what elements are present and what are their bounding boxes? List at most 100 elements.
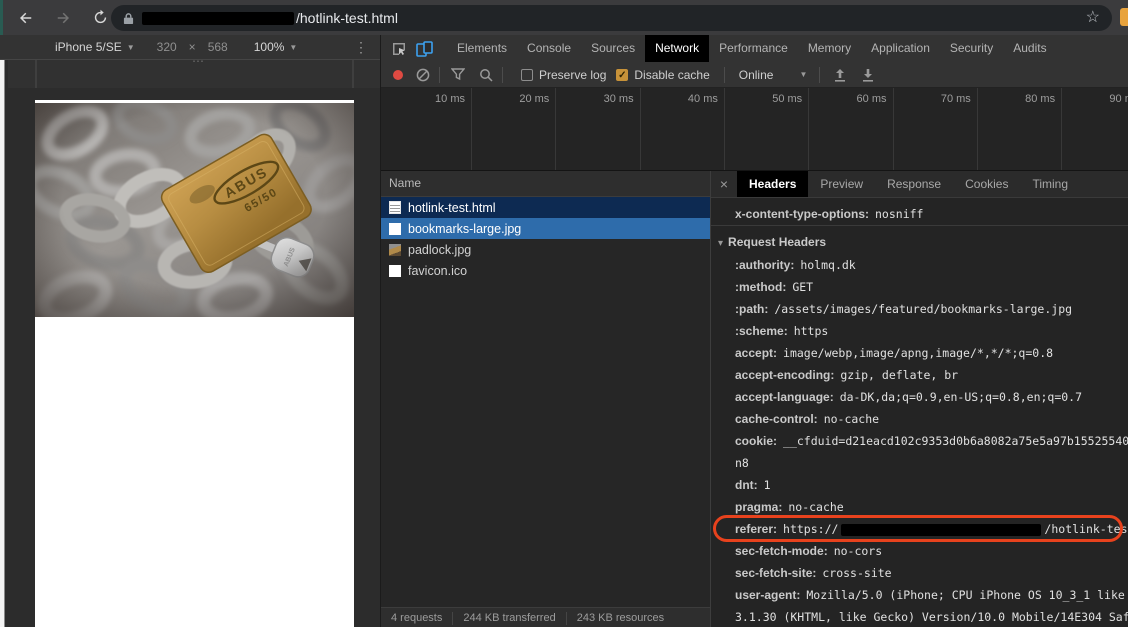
request-list-pane: Name hotlink-test.html bookmarks-large.jp… xyxy=(381,171,711,627)
device-height-field[interactable]: 568 xyxy=(208,40,228,54)
throttling-caret-icon: ▼ xyxy=(799,70,808,79)
request-row-hotlink-test.html[interactable]: hotlink-test.html xyxy=(381,197,710,218)
header-value: 1 xyxy=(763,478,771,492)
disable-cache-checkbox[interactable]: ✓ xyxy=(616,68,629,81)
details-tab-response[interactable]: Response xyxy=(875,171,953,197)
media-query-bar: ⋯ xyxy=(8,54,380,88)
header-name: accept-language: xyxy=(735,390,834,404)
disable-cache-toggle[interactable]: ✓ Disable cache xyxy=(616,67,710,82)
preserve-log-label: Preserve log xyxy=(539,67,607,82)
request-name: padlock.jpg xyxy=(408,242,472,257)
tab-memory[interactable]: Memory xyxy=(798,35,861,62)
redacted-referer-host xyxy=(841,523,1042,536)
tab-security[interactable]: Security xyxy=(940,35,1003,62)
toggle-device-toolbar-button[interactable] xyxy=(416,40,433,57)
request-name: favicon.ico xyxy=(408,263,468,278)
details-tab-preview[interactable]: Preview xyxy=(808,171,875,197)
record-button[interactable] xyxy=(393,69,403,80)
header-line: :authority: holmq.dk xyxy=(711,254,1128,276)
filter-button[interactable] xyxy=(450,67,466,83)
header-line: referer: https:// /hotlink-test.html xyxy=(711,515,1128,542)
header-name: :scheme: xyxy=(735,324,788,338)
bookmark-star-icon[interactable]: ☆ xyxy=(1086,10,1100,26)
disable-cache-label: Disable cache xyxy=(634,67,710,82)
image-blank-icon xyxy=(389,264,401,277)
timeline-gridline xyxy=(639,88,641,170)
timeline-gridline xyxy=(1061,88,1063,170)
request-row-favicon.ico[interactable]: favicon.ico xyxy=(381,260,710,281)
header-value: image/webp,image/apng,image/*,*/*;q=0.8 xyxy=(783,346,1054,360)
header-name: pragma: xyxy=(735,500,783,514)
header-line: cookie: __cfduid=d21eacd102c9353d0b6a8082… xyxy=(711,430,1128,452)
header-name: :method: xyxy=(735,280,787,294)
network-toolbar: Preserve log ✓ Disable cache Online ▼ xyxy=(381,62,1128,88)
page-viewport: ABUS ABUS 65/50 xyxy=(35,100,354,627)
column-header-name[interactable]: Name xyxy=(381,171,710,197)
inspect-cursor-icon xyxy=(392,42,405,55)
back-button[interactable] xyxy=(15,7,37,29)
extension-icon[interactable] xyxy=(1120,8,1128,26)
headers-content: x-content-type-options: nosniff ▾ Request H… xyxy=(711,198,1128,627)
request-rows: hotlink-test.html bookmarks-large.jpg padl… xyxy=(381,197,710,281)
devtools-panel: Elements Console Sources Network Performance… xyxy=(380,35,1128,627)
status-item: 244 KB transferred xyxy=(463,612,556,624)
header-line: cache-control: no-cache xyxy=(711,408,1128,430)
throttling-select[interactable]: Online ▼ xyxy=(739,68,808,82)
address-bar[interactable]: /hotlink-test.html ☆ xyxy=(111,5,1112,31)
clear-button[interactable] xyxy=(415,67,431,83)
header-name: sec-fetch-site: xyxy=(735,566,817,580)
zoom-selector[interactable]: 100% xyxy=(254,40,285,54)
header-value: https xyxy=(793,324,829,338)
status-item: 243 KB resources xyxy=(576,612,665,624)
network-overview-timeline[interactable]: 10 ms 20 ms 30 ms 40 ms 50 ms 60 ms 70 ms 80 ms… xyxy=(381,88,1128,171)
details-tab-headers[interactable]: Headers xyxy=(737,171,809,197)
network-status-bar: 4 requests 244 KB transferred 243 KB resou… xyxy=(381,607,710,627)
page-left-strip xyxy=(0,60,5,627)
tab-console[interactable]: Console xyxy=(517,35,581,62)
header-line: :path: /assets/images/featured/bookmarks-… xyxy=(711,298,1128,320)
import-har-button[interactable] xyxy=(832,67,848,83)
header-line: user-agent: Mozilla/5.0 (iPhone; CPU iPho… xyxy=(711,584,1128,606)
device-width-field[interactable]: 320 xyxy=(157,40,177,54)
tab-network[interactable]: Network xyxy=(645,35,710,62)
timeline-tick-label: 80 ms xyxy=(1025,93,1056,105)
request-headers-section[interactable]: ▾ Request Headers xyxy=(711,230,1128,254)
tab-elements[interactable]: Elements xyxy=(447,35,517,62)
header-value-suffix: /hotlink-test.html xyxy=(1044,522,1128,536)
details-tab-timing[interactable]: Timing xyxy=(1020,171,1080,197)
header-name: cookie: xyxy=(735,434,778,448)
request-details-pane: × Headers Preview Response Cookies Timing x-… xyxy=(711,171,1128,627)
details-tab-cookies[interactable]: Cookies xyxy=(953,171,1020,197)
image-blank-icon xyxy=(389,222,401,235)
device-selector[interactable]: iPhone 5/SE xyxy=(55,40,122,54)
reload-button[interactable] xyxy=(89,7,111,29)
preserve-log-checkbox[interactable] xyxy=(521,68,533,81)
timeline-tick-label: 20 ms xyxy=(519,93,550,105)
devtools-tab-bar: Elements Console Sources Network Performance… xyxy=(381,35,1128,62)
header-line: pragma: no-cache xyxy=(711,496,1128,518)
search-button[interactable] xyxy=(478,67,494,83)
header-line: accept: image/webp,image/apng,image/*,*/*… xyxy=(711,342,1128,364)
dimension-times-icon: × xyxy=(188,40,196,54)
header-line: :scheme: https xyxy=(711,320,1128,342)
header-name: accept: xyxy=(735,346,778,360)
tab-application[interactable]: Application xyxy=(861,35,940,62)
tab-audits[interactable]: Audits xyxy=(1003,35,1056,62)
device-toolbar-menu-icon[interactable]: ⋮ xyxy=(354,39,368,56)
request-row-bookmarks-large.jpg[interactable]: bookmarks-large.jpg xyxy=(381,218,710,239)
header-value: cross-site xyxy=(822,566,892,580)
inspect-element-button[interactable] xyxy=(390,40,407,57)
upload-icon xyxy=(835,68,846,82)
header-line: dnt: 1 xyxy=(711,474,1128,496)
export-har-button[interactable] xyxy=(860,67,876,83)
tab-sources[interactable]: Sources xyxy=(581,35,645,62)
close-details-button[interactable]: × xyxy=(711,171,737,197)
tab-performance[interactable]: Performance xyxy=(709,35,798,62)
forward-button[interactable] xyxy=(52,7,74,29)
throttling-value: Online xyxy=(738,67,774,82)
request-row-padlock.jpg[interactable]: padlock.jpg xyxy=(381,239,710,260)
preserve-log-toggle[interactable]: Preserve log xyxy=(521,68,606,82)
clear-icon xyxy=(416,68,430,81)
resize-handle-icon[interactable]: ⋯ xyxy=(178,54,218,68)
header-value: nosniff xyxy=(875,207,924,221)
